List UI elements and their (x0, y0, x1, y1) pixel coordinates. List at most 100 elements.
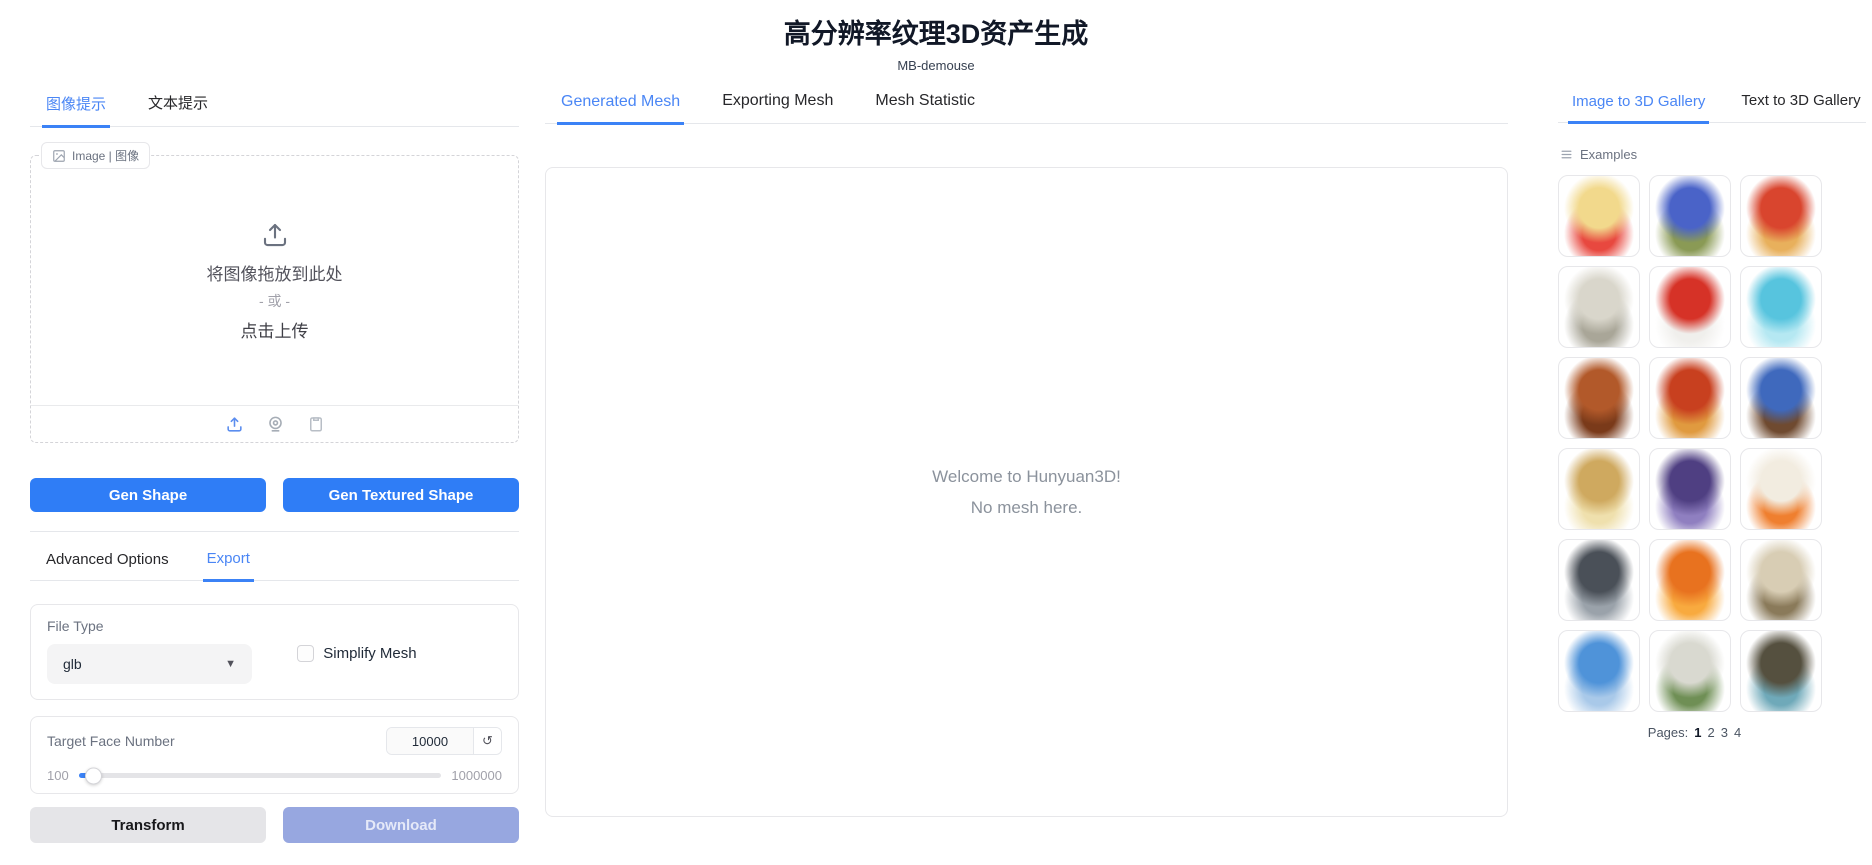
mesh-tabbar: Generated Mesh Exporting Mesh Mesh Stati… (545, 88, 1508, 124)
page-number-4[interactable]: 4 (1734, 725, 1741, 740)
gallery-tabbar: Image to 3D Gallery Text to 3D Gallery (1558, 88, 1866, 123)
target-face-input[interactable] (387, 728, 473, 754)
tab-image-prompt[interactable]: 图像提示 (42, 89, 110, 128)
tab-text-prompt[interactable]: 文本提示 (144, 88, 212, 126)
gen-textured-shape-button[interactable]: Gen Textured Shape (283, 478, 519, 512)
target-face-input-group: ↺ (386, 727, 502, 755)
gallery-thumb-penguin-chick-mascot[interactable] (1558, 175, 1640, 257)
generate-buttons-row: Gen Shape Gen Textured Shape (30, 478, 519, 512)
gallery-thumb-blue-fantasy-house[interactable] (1649, 175, 1731, 257)
mesh-viewport[interactable]: Welcome to Hunyuan3D! No mesh here. (545, 167, 1508, 817)
tab-image-to-3d-gallery[interactable]: Image to 3D Gallery (1568, 89, 1709, 124)
target-face-slider-row: 100 1000000 (47, 768, 502, 783)
or-text: - 或 - (259, 291, 290, 311)
simplify-mesh-checkbox[interactable] (297, 645, 314, 662)
gallery-thumb-street-lamp[interactable] (1558, 539, 1640, 621)
gallery-panel: Image to 3D Gallery Text to 3D Gallery E… (1558, 88, 1866, 740)
welcome-text: Welcome to Hunyuan3D! (932, 467, 1121, 487)
tab-generated-mesh[interactable]: Generated Mesh (557, 89, 684, 125)
list-icon (1560, 148, 1573, 161)
simplify-mesh-row: Simplify Mesh (297, 618, 416, 686)
dark-tree-with-orb-image (1741, 631, 1821, 711)
upload-arrow-icon (260, 220, 290, 250)
tab-export[interactable]: Export (203, 546, 254, 582)
center-panel: Generated Mesh Exporting Mesh Mesh Stati… (545, 88, 1508, 817)
target-face-card: Target Face Number ↺ 100 1000000 (30, 716, 519, 794)
stitch-figure-image (1559, 631, 1639, 711)
prompt-tabbar: 图像提示 文本提示 (30, 88, 519, 127)
gallery-thumb-white-flame-dragon[interactable] (1740, 448, 1822, 530)
left-panel: 图像提示 文本提示 Image | 图像 将图像拖放到此处 - 或 - 点击上传 (30, 88, 519, 843)
reset-icon[interactable]: ↺ (473, 728, 501, 754)
blue-revolver-image (1741, 358, 1821, 438)
file-type-label: File Type (47, 618, 297, 634)
eagle-owl-creature-image (1741, 540, 1821, 620)
gallery-thumb-santa-claus[interactable] (1649, 266, 1731, 348)
download-button[interactable]: Download (283, 807, 519, 843)
gallery-thumb-blue-seahorse[interactable] (1740, 266, 1822, 348)
slider-thumb[interactable] (85, 767, 102, 784)
luffy-figure-image (1741, 176, 1821, 256)
options-tabbar: Advanced Options Export (30, 546, 519, 581)
white-castle-garden-image (1650, 631, 1730, 711)
simplify-mesh-label: Simplify Mesh (323, 645, 416, 662)
gallery-thumb-marble-bust[interactable] (1558, 266, 1640, 348)
gallery-thumb-stitch-figure[interactable] (1558, 630, 1640, 712)
target-face-label: Target Face Number (47, 733, 175, 749)
gallery-thumb-purple-wizard-hat[interactable] (1649, 448, 1731, 530)
page-number-2[interactable]: 2 (1708, 725, 1715, 740)
tab-mesh-statistic[interactable]: Mesh Statistic (871, 88, 979, 123)
gallery-thumb-eagle-owl-creature[interactable] (1740, 539, 1822, 621)
page-title: 高分辨率纹理3D资产生成 (0, 12, 1872, 51)
page-header: 高分辨率纹理3D资产生成 MB-demouse (0, 12, 1872, 73)
page-numbers: 1234 (1694, 725, 1741, 740)
golden-staff-image (1559, 449, 1639, 529)
copper-steam-train-image (1559, 358, 1639, 438)
file-type-card: File Type glb ▼ Simplify Mesh (30, 604, 519, 700)
marble-bust-image (1559, 267, 1639, 347)
white-flame-dragon-image (1741, 449, 1821, 529)
gallery-thumb-luffy-figure[interactable] (1740, 175, 1822, 257)
jack-o-lantern-image (1650, 540, 1730, 620)
upload-instructions[interactable]: 将图像拖放到此处 - 或 - 点击上传 (31, 156, 518, 405)
gen-shape-button[interactable]: Gen Shape (30, 478, 266, 512)
page-number-3[interactable]: 3 (1721, 725, 1728, 740)
upload-source-button[interactable] (223, 413, 246, 436)
red-horse-image (1650, 358, 1730, 438)
no-mesh-text: No mesh here. (971, 498, 1083, 518)
tab-text-to-3d-gallery[interactable]: Text to 3D Gallery (1737, 88, 1864, 122)
santa-claus-image (1650, 267, 1730, 347)
street-lamp-image (1559, 540, 1639, 620)
transform-button[interactable]: Transform (30, 807, 266, 843)
gallery-pagination: Pages: 1234 (1558, 725, 1831, 740)
examples-label: Examples (1580, 147, 1637, 162)
tab-exporting-mesh[interactable]: Exporting Mesh (718, 88, 837, 123)
page-number-1[interactable]: 1 (1694, 725, 1701, 740)
gallery-thumb-white-castle-garden[interactable] (1649, 630, 1731, 712)
webcam-source-button[interactable] (264, 413, 287, 436)
tab-advanced-options[interactable]: Advanced Options (42, 547, 173, 580)
gallery-thumb-red-horse[interactable] (1649, 357, 1731, 439)
gallery-thumb-copper-steam-train[interactable] (1558, 357, 1640, 439)
click-to-upload-text[interactable]: 点击上传 (241, 317, 309, 342)
drop-text: 将图像拖放到此处 (207, 260, 343, 285)
gallery-thumb-jack-o-lantern[interactable] (1649, 539, 1731, 621)
gallery-thumb-blue-revolver[interactable] (1740, 357, 1822, 439)
clipboard-source-button[interactable] (305, 413, 327, 435)
gallery-thumb-golden-staff[interactable] (1558, 448, 1640, 530)
target-face-slider[interactable] (79, 773, 442, 778)
image-icon (52, 149, 66, 163)
gallery-thumb-dark-tree-with-orb[interactable] (1740, 630, 1822, 712)
file-type-value: glb (63, 656, 82, 672)
slider-min-label: 100 (47, 768, 69, 783)
penguin-chick-mascot-image (1559, 176, 1639, 256)
slider-max-label: 1000000 (451, 768, 502, 783)
image-upload-dropzone[interactable]: Image | 图像 将图像拖放到此处 - 或 - 点击上传 (30, 155, 519, 443)
transform-download-row: Transform Download (30, 807, 519, 843)
file-type-dropdown[interactable]: glb ▼ (47, 644, 252, 684)
page-subtitle: MB-demouse (0, 58, 1872, 73)
image-upload-label: Image | 图像 (41, 142, 150, 169)
blue-fantasy-house-image (1650, 176, 1730, 256)
chevron-down-icon: ▼ (225, 658, 236, 670)
pages-label: Pages: (1648, 725, 1688, 740)
